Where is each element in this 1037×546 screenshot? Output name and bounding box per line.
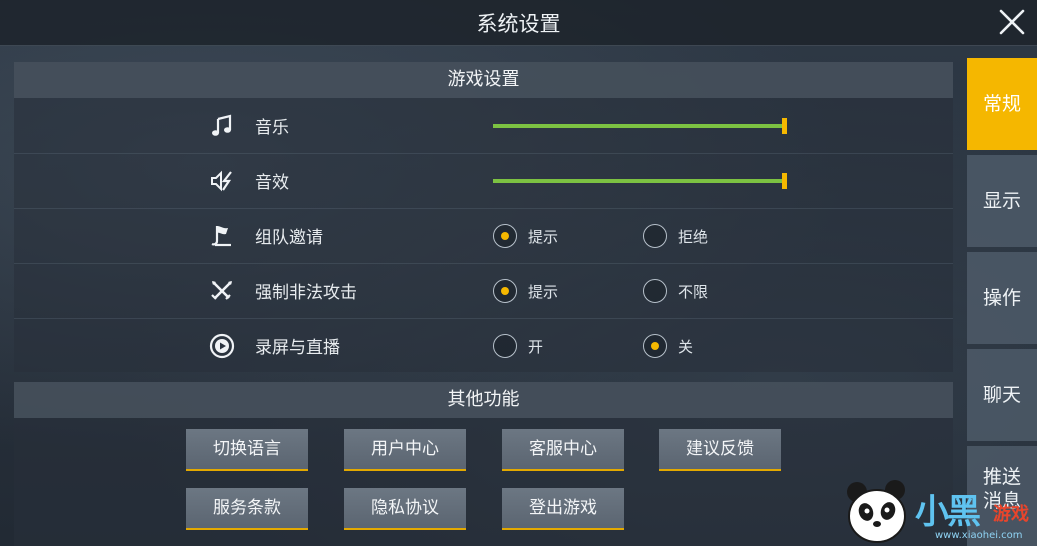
page-title: 系统设置 bbox=[476, 12, 561, 36]
option-label: 不限 bbox=[678, 283, 709, 301]
switch-language-button[interactable]: 切换语言 bbox=[186, 429, 308, 471]
option-label: 提示 bbox=[528, 283, 559, 301]
record-stream-label: 录屏与直播 bbox=[255, 338, 340, 358]
setting-row-record-stream: 录屏与直播 开 关 bbox=[14, 319, 953, 374]
crossed-swords-icon bbox=[211, 281, 232, 300]
tab-display[interactable]: 显示 bbox=[967, 155, 1037, 247]
section-header-other-functions: 其他功能 bbox=[14, 382, 953, 418]
tab-general[interactable]: 常规 bbox=[967, 58, 1037, 150]
sound-volume-slider[interactable] bbox=[493, 173, 787, 189]
privacy-policy-button[interactable]: 隐私协议 bbox=[344, 488, 466, 530]
customer-service-button[interactable]: 客服中心 bbox=[502, 429, 624, 471]
option-label: 提示 bbox=[528, 228, 559, 246]
tab-chat[interactable]: 聊天 bbox=[967, 349, 1037, 441]
watermark-logo: 小黑 游戏 www.xiaohei.com bbox=[843, 478, 1037, 546]
music-label: 音乐 bbox=[255, 118, 289, 138]
sound-volume-handle[interactable] bbox=[782, 173, 787, 189]
setting-row-music: 音乐 bbox=[14, 99, 953, 154]
terms-of-service-button[interactable]: 服务条款 bbox=[186, 488, 308, 530]
close-icon[interactable] bbox=[997, 7, 1027, 37]
music-volume-fill bbox=[493, 124, 785, 128]
play-circle-icon bbox=[209, 333, 235, 359]
sound-label: 音效 bbox=[255, 173, 289, 193]
feedback-button[interactable]: 建议反馈 bbox=[659, 429, 781, 471]
logout-button[interactable]: 登出游戏 bbox=[502, 488, 624, 530]
sound-effect-icon bbox=[211, 170, 232, 192]
team-invite-flag-icon bbox=[211, 226, 231, 247]
setting-row-force-attack: 强制非法攻击 提示 不限 bbox=[14, 264, 953, 319]
watermark-suffix: 游戏 bbox=[993, 504, 1029, 525]
radio-button[interactable] bbox=[643, 224, 667, 248]
radio-button[interactable] bbox=[493, 279, 517, 303]
panda-mascot-icon bbox=[847, 480, 906, 543]
music-volume-slider[interactable] bbox=[493, 118, 787, 134]
setting-row-team-invite: 组队邀请 提示 拒绝 bbox=[14, 209, 953, 264]
section-header-game-settings: 游戏设置 bbox=[14, 62, 953, 98]
option-label: 拒绝 bbox=[678, 228, 709, 246]
radio-button[interactable] bbox=[643, 334, 667, 358]
team-invite-label: 组队邀请 bbox=[255, 228, 323, 248]
watermark-brand: 小黑 bbox=[915, 492, 981, 532]
tab-controls[interactable]: 操作 bbox=[967, 252, 1037, 344]
sound-volume-fill bbox=[493, 179, 785, 183]
user-center-button[interactable]: 用户中心 bbox=[344, 429, 466, 471]
music-note-icon bbox=[212, 114, 232, 136]
setting-row-sound: 音效 bbox=[14, 154, 953, 209]
force-attack-label: 强制非法攻击 bbox=[255, 283, 357, 303]
watermark-url: www.xiaohei.com bbox=[935, 530, 1023, 541]
radio-button[interactable] bbox=[493, 224, 517, 248]
option-label: 开 bbox=[528, 338, 544, 356]
music-volume-handle[interactable] bbox=[782, 118, 787, 134]
option-label: 关 bbox=[678, 338, 694, 356]
radio-button[interactable] bbox=[643, 279, 667, 303]
title-bar: 系统设置 bbox=[0, 0, 1037, 46]
radio-button[interactable] bbox=[493, 334, 517, 358]
